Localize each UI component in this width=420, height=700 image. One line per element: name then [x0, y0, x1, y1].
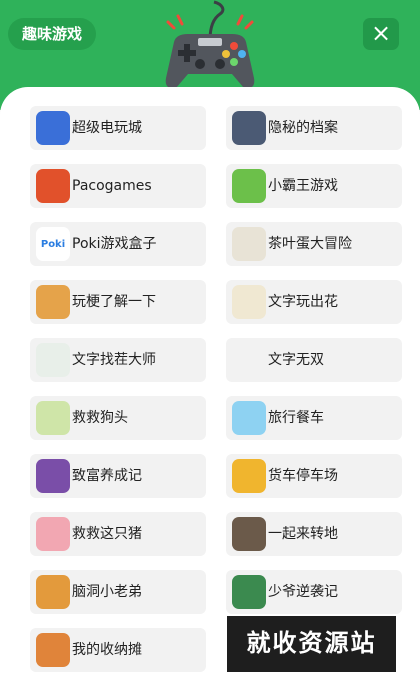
yikes-icon: [232, 169, 266, 203]
egg-icon: [232, 227, 266, 261]
game-item-label: Poki游戏盒子: [72, 236, 157, 252]
page-title: 趣味游戏: [8, 18, 97, 50]
brain-icon: [36, 575, 70, 609]
game-item[interactable]: Poki Poki游戏盒子: [30, 222, 206, 266]
close-button[interactable]: ×: [363, 18, 399, 50]
game-item[interactable]: 文字玩出花: [226, 280, 402, 324]
game-item-label: 隐秘的档案: [268, 120, 338, 136]
game-item[interactable]: 超级电玩城: [30, 106, 206, 150]
game-item[interactable]: 救救这只猪: [30, 512, 206, 556]
drill-icon: [232, 517, 266, 551]
rich-icon: [36, 459, 70, 493]
game-item[interactable]: 货车停车场: [226, 454, 402, 498]
game-item-label: 小霸王游戏: [268, 178, 338, 194]
game-item-label: 货车停车场: [268, 468, 338, 484]
master-icon: [232, 575, 266, 609]
game-item-label: 致富养成记: [72, 468, 142, 484]
game-item-label: 文字找茬大师: [72, 352, 156, 368]
game-item-label: 一起来转地: [268, 526, 338, 542]
game-item[interactable]: 小霸王游戏: [226, 164, 402, 208]
game-item[interactable]: 玩梗了解一下: [30, 280, 206, 324]
game-item-label: 文字无双: [268, 352, 324, 368]
meme-icon: [36, 285, 70, 319]
game-item-label: 旅行餐车: [268, 410, 324, 426]
gamepad-icon: [165, 0, 255, 89]
game-item-label: Pacogames: [72, 178, 152, 194]
game-item-label: 我的收纳摊: [72, 642, 142, 658]
game-item[interactable]: Pacogames: [30, 164, 206, 208]
game-item-label: 少爷逆袭记: [268, 584, 338, 600]
game-item[interactable]: 旅行餐车: [226, 396, 402, 440]
text-warrior-icon: [232, 343, 266, 377]
car-archive-icon: [232, 111, 266, 145]
game-item-label: 超级电玩城: [72, 120, 142, 136]
game-item[interactable]: 一起来转地: [226, 512, 402, 556]
game-item-label: 救救这只猪: [72, 526, 142, 542]
game-item[interactable]: 文字无双: [226, 338, 402, 382]
game-item-label: 文字玩出花: [268, 294, 338, 310]
game-item[interactable]: 隐秘的档案: [226, 106, 402, 150]
text-find-icon: [36, 343, 70, 377]
text-flower-icon: [232, 285, 266, 319]
game-item-label: 脑洞小老弟: [72, 584, 142, 600]
game-item[interactable]: 文字找茬大师: [30, 338, 206, 382]
poki-icon: Poki: [36, 227, 70, 261]
game-item-label: 玩梗了解一下: [72, 294, 156, 310]
dog-icon: [36, 401, 70, 435]
game-item[interactable]: 脑洞小老弟: [30, 570, 206, 614]
truck-icon: [232, 459, 266, 493]
pig-icon: [36, 517, 70, 551]
game-item-label: 救救狗头: [72, 410, 128, 426]
storage-icon: [36, 633, 70, 667]
pacogames-icon: [36, 169, 70, 203]
game-item[interactable]: 致富养成记: [30, 454, 206, 498]
game-item[interactable]: 少爷逆袭记: [226, 570, 402, 614]
close-icon: ×: [370, 19, 392, 47]
game-item[interactable]: 茶叶蛋大冒险: [226, 222, 402, 266]
watermark-banner: 就收资源站: [227, 616, 396, 672]
arcade-icon: [36, 111, 70, 145]
food-truck-icon: [232, 401, 266, 435]
game-item[interactable]: 我的收纳摊: [30, 628, 206, 672]
game-item[interactable]: 救救狗头: [30, 396, 206, 440]
game-item-label: 茶叶蛋大冒险: [268, 236, 352, 252]
